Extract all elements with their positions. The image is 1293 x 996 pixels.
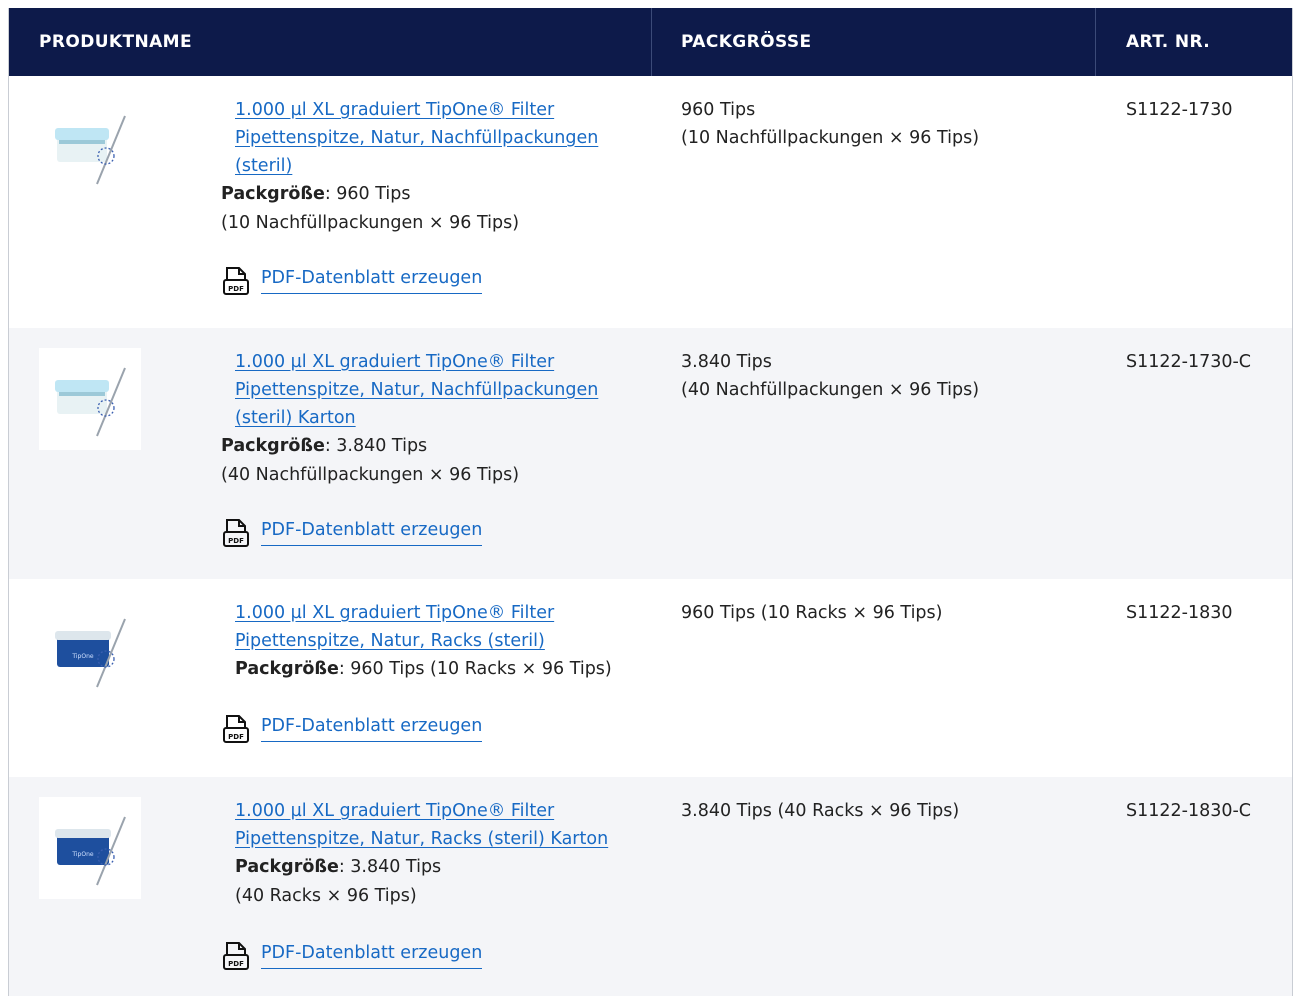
svg-text:TipOne: TipOne xyxy=(71,851,93,858)
product-name-cell: 1.000 µl XL graduiert TipOne® Filter Pip… xyxy=(235,348,655,432)
product-link[interactable]: 1.000 µl XL graduiert TipOne® Filter Pip… xyxy=(235,603,554,651)
column-header-pack-size[interactable]: PACKGRÖSSE xyxy=(681,8,812,76)
pack-size-detail: Packgröße: 960 Tips (10 Racks × 96 Tips) xyxy=(235,659,612,679)
svg-text:PDF: PDF xyxy=(228,960,244,968)
column-header-product-name[interactable]: PRODUKTNAME xyxy=(39,8,192,76)
rack-box-product-icon: TipOne xyxy=(55,618,126,688)
pack-size-cell: 3.840 Tips (40 Racks × 96 Tips) xyxy=(681,801,960,821)
column-header-article-number[interactable]: ART. NR. xyxy=(1126,8,1210,76)
pdf-icon: PDF xyxy=(223,267,249,295)
column-divider xyxy=(651,8,652,76)
product-link[interactable]: 1.000 µl XL graduiert TipOne® Filter Pip… xyxy=(235,352,598,428)
table-row: 1.000 µl XL graduiert TipOne® Filter Pip… xyxy=(9,76,1292,328)
pdf-icon: PDF xyxy=(223,715,249,743)
column-divider xyxy=(1095,8,1096,76)
svg-text:PDF: PDF xyxy=(228,285,244,293)
pack-size-cell: 960 Tips (10 Racks × 96 Tips) xyxy=(681,603,943,623)
pdf-datasheet-link[interactable]: PDF PDF-Datenblatt erzeugen xyxy=(223,941,483,971)
svg-text:TipOne: TipOne xyxy=(71,653,93,660)
table-row: TipOne 1.000 µl XL graduiert TipOne® Fil… xyxy=(9,777,1292,996)
pdf-datasheet-link[interactable]: PDF PDF-Datenblatt erzeugen xyxy=(223,266,483,296)
article-number-cell: S1122-1830-C xyxy=(1126,801,1252,821)
product-thumbnail[interactable] xyxy=(39,348,141,450)
product-thumbnail[interactable]: TipOne xyxy=(39,599,141,701)
article-number-cell: S1122-1830 xyxy=(1126,603,1233,623)
table-row: 1.000 µl XL graduiert TipOne® Filter Pip… xyxy=(9,328,1292,579)
pack-size-cell: 960 Tips (10 Nachfüllpackungen × 96 Tips… xyxy=(681,100,980,148)
pdf-icon: PDF xyxy=(223,519,249,547)
rack-box-product-icon: TipOne xyxy=(55,816,126,886)
refill-box-product-icon xyxy=(55,367,126,437)
table-row: TipOne 1.000 µl XL graduiert TipOne® Fil… xyxy=(9,579,1292,777)
pack-size-cell: 3.840 Tips (40 Nachfüllpackungen × 96 Ti… xyxy=(681,352,980,400)
pack-size-detail: Packgröße: 3.840 Tips (40 Nachfüllpackun… xyxy=(221,436,520,485)
article-number-cell: S1122-1730-C xyxy=(1126,352,1252,372)
refill-box-product-icon xyxy=(55,115,126,185)
product-name-cell: 1.000 µl XL graduiert TipOne® Filter Pip… xyxy=(235,797,655,853)
pdf-datasheet-link[interactable]: PDF PDF-Datenblatt erzeugen xyxy=(223,714,483,744)
pdf-icon: PDF xyxy=(223,942,249,970)
product-thumbnail[interactable]: TipOne xyxy=(39,797,141,899)
table-header: PRODUKTNAME PACKGRÖSSE ART. NR. xyxy=(9,8,1292,76)
svg-text:PDF: PDF xyxy=(228,733,244,741)
product-name-cell: 1.000 µl XL graduiert TipOne® Filter Pip… xyxy=(235,96,655,180)
product-link[interactable]: 1.000 µl XL graduiert TipOne® Filter Pip… xyxy=(235,100,598,176)
pack-size-detail: Packgröße: 3.840 Tips (40 Racks × 96 Tip… xyxy=(235,857,442,906)
pdf-datasheet-link[interactable]: PDF PDF-Datenblatt erzeugen xyxy=(223,518,483,548)
product-name-cell: 1.000 µl XL graduiert TipOne® Filter Pip… xyxy=(235,599,655,655)
pack-size-detail: Packgröße: 960 Tips (10 Nachfüllpackunge… xyxy=(221,184,520,233)
product-link[interactable]: 1.000 µl XL graduiert TipOne® Filter Pip… xyxy=(235,801,608,849)
product-thumbnail[interactable] xyxy=(39,96,141,198)
article-number-cell: S1122-1730 xyxy=(1126,100,1233,120)
svg-text:PDF: PDF xyxy=(228,537,244,545)
product-table: PRODUKTNAME PACKGRÖSSE ART. NR. 1.000 µl… xyxy=(8,8,1293,996)
